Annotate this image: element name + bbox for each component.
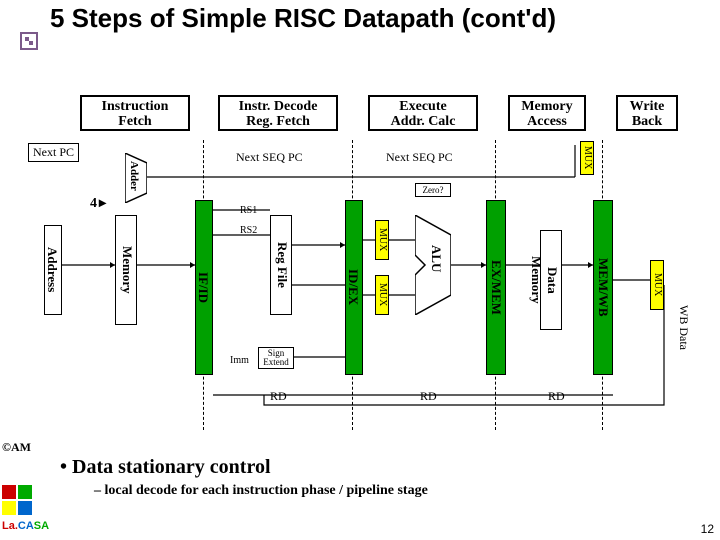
wiring: [20, 95, 700, 435]
logo: La.CASA: [2, 485, 49, 532]
bullet-main: • Data stationary control: [60, 456, 428, 479]
bullet-area: • Data stationary control – local decode…: [60, 456, 428, 499]
bullet-sub: – local decode for each instruction phas…: [94, 483, 428, 499]
title-icon: [20, 32, 38, 50]
slide-title: 5 Steps of Simple RISC Datapath (cont'd): [50, 4, 556, 34]
slide-number: 12: [701, 522, 714, 536]
copyright: ©AM: [2, 440, 31, 455]
datapath-diagram: Instruction Fetch Instr. Decode Reg. Fet…: [20, 95, 700, 435]
